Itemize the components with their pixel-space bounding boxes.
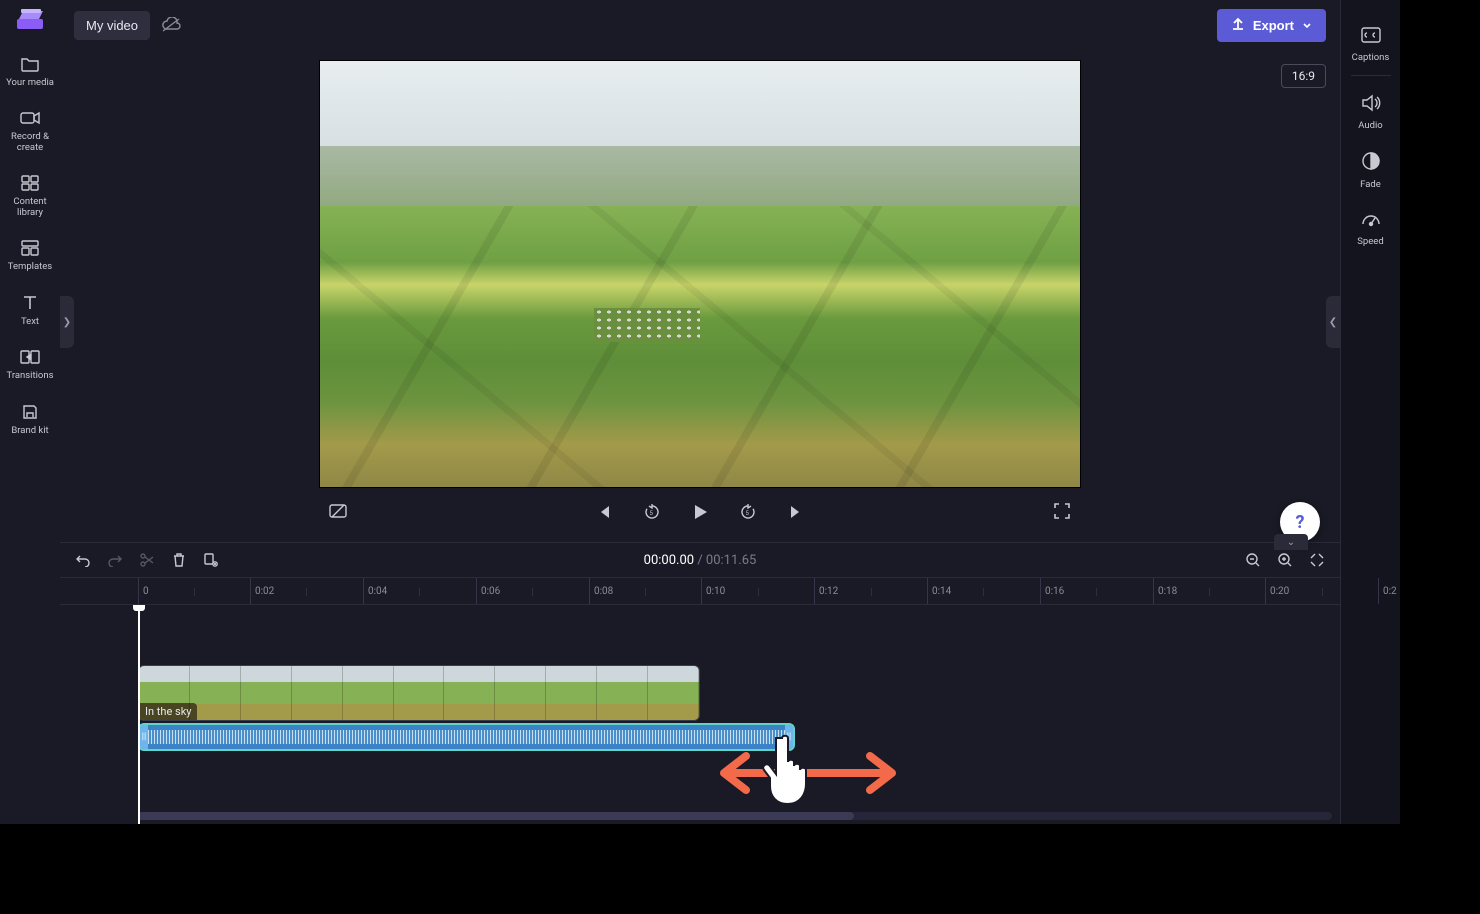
video-clip-label: In the sky xyxy=(139,703,197,720)
ruler-tick: 0 xyxy=(138,578,149,604)
timeline-ruler[interactable]: 0 0:02 0:04 0:06 0:08 0:10 0:12 0:14 0:1… xyxy=(60,577,1340,605)
left-sidebar: Your media Record & create Content libra… xyxy=(0,0,60,824)
timeline-time-display: 00:00.00 / 00:11.65 xyxy=(644,553,757,568)
sidebar-item-library[interactable]: Content library xyxy=(2,165,58,230)
sidebar-item-label: Captions xyxy=(1352,52,1390,63)
undo-icon[interactable] xyxy=(74,551,92,569)
timeline-tracks[interactable]: In the sky || || xyxy=(60,605,1340,824)
sidebar-item-audio[interactable]: Audio xyxy=(1343,84,1399,141)
sidebar-item-label: Templates xyxy=(8,262,52,272)
timeline-panel: 00:00.00 / 00:11.65 0 0:02 0:04 0:06 0 xyxy=(60,542,1340,824)
audio-clip[interactable]: || || xyxy=(138,723,795,751)
play-icon[interactable] xyxy=(689,501,711,523)
library-icon xyxy=(20,173,40,193)
redo-icon xyxy=(106,551,124,569)
video-preview-canvas[interactable] xyxy=(319,60,1081,488)
main-editor: My video Export 16:9 ❯ ❮ 5 xyxy=(60,0,1340,824)
speedometer-icon xyxy=(1361,210,1381,232)
zoom-fit-icon[interactable] xyxy=(1308,551,1326,569)
timeline-scrollbar[interactable] xyxy=(138,812,1332,820)
timeline-toolbar: 00:00.00 / 00:11.65 xyxy=(60,543,1340,577)
brand-icon xyxy=(20,402,40,422)
timeline-scrollbar-thumb[interactable] xyxy=(138,812,854,820)
sidebar-item-fade[interactable]: Fade xyxy=(1343,141,1399,200)
ruler-tick: 0:06 xyxy=(476,578,500,604)
sidebar-item-label: Content library xyxy=(2,197,58,218)
sidebar-item-label: Transitions xyxy=(7,371,54,381)
video-clip[interactable]: In the sky xyxy=(138,665,700,721)
fade-icon xyxy=(1361,151,1381,175)
sidebar-item-templates[interactable]: Templates xyxy=(2,230,58,284)
expand-right-panel-handle[interactable]: ❮ xyxy=(1326,296,1340,348)
tutorial-resize-arrow-icon xyxy=(708,748,908,802)
svg-text:5: 5 xyxy=(650,510,654,517)
ruler-tick: 0:16 xyxy=(1040,578,1064,604)
app-logo[interactable] xyxy=(13,6,47,32)
ruler-tick: 0:20 xyxy=(1265,578,1289,604)
sidebar-item-transitions[interactable]: Transitions xyxy=(2,339,58,393)
project-title-button[interactable]: My video xyxy=(74,11,150,40)
export-button[interactable]: Export xyxy=(1217,9,1326,42)
ruler-tick: 0:08 xyxy=(589,578,613,604)
chevron-down-icon xyxy=(1302,18,1312,33)
sidebar-item-record[interactable]: Record & create xyxy=(2,100,58,165)
rewind-5s-icon[interactable]: 5 xyxy=(641,501,663,523)
sidebar-item-label: Audio xyxy=(1358,120,1382,131)
top-bar: My video Export xyxy=(60,0,1340,50)
skip-end-icon[interactable] xyxy=(785,501,807,523)
export-label: Export xyxy=(1253,18,1294,33)
trash-icon[interactable] xyxy=(170,551,188,569)
ruler-tick: 0:12 xyxy=(814,578,838,604)
svg-text:5: 5 xyxy=(746,510,750,517)
sidebar-item-label: Your media xyxy=(6,78,54,88)
cloud-sync-off-icon[interactable] xyxy=(160,14,182,36)
transport-controls: 5 5 xyxy=(319,492,1081,532)
sidebar-item-label: Fade xyxy=(1360,179,1381,190)
sidebar-item-media[interactable]: Your media xyxy=(2,46,58,100)
audio-clip-left-handle[interactable]: || xyxy=(140,725,148,749)
ruler-tick: 0:18 xyxy=(1153,578,1177,604)
split-copy-icon[interactable] xyxy=(202,551,220,569)
safe-zone-toggle-icon[interactable] xyxy=(327,500,349,522)
preview-area: 16:9 ❯ ❮ 5 5 ? ⌄ xyxy=(60,50,1340,542)
zoom-in-icon[interactable] xyxy=(1276,551,1294,569)
sidebar-item-brand[interactable]: Brand kit xyxy=(2,394,58,448)
ruler-tick: 0:02 xyxy=(250,578,274,604)
right-sidebar: Captions Audio Fade Speed xyxy=(1340,0,1400,824)
audio-waveform xyxy=(148,725,785,749)
speaker-icon xyxy=(1361,94,1381,116)
aspect-ratio-button[interactable]: 16:9 xyxy=(1281,64,1326,88)
zoom-out-icon[interactable] xyxy=(1244,551,1262,569)
captions-icon xyxy=(1360,26,1382,48)
sidebar-item-captions[interactable]: Captions xyxy=(1343,16,1399,73)
expand-left-panel-handle[interactable]: ❯ xyxy=(60,296,74,348)
scissors-icon xyxy=(138,551,156,569)
camera-icon xyxy=(20,108,40,128)
current-time: 00:00.00 xyxy=(644,553,694,568)
sidebar-item-label: Text xyxy=(21,317,39,327)
ruler-tick: 0:10 xyxy=(701,578,725,604)
skip-start-icon[interactable] xyxy=(593,501,615,523)
forward-5s-icon[interactable]: 5 xyxy=(737,501,759,523)
folder-icon xyxy=(20,54,40,74)
sidebar-item-label: Speed xyxy=(1357,236,1383,247)
transitions-icon xyxy=(20,347,40,367)
upload-icon xyxy=(1231,17,1245,34)
fullscreen-icon[interactable] xyxy=(1051,500,1073,522)
sidebar-item-text[interactable]: Text xyxy=(2,285,58,339)
audio-clip-right-handle[interactable]: || xyxy=(785,725,793,749)
sidebar-item-label: Record & create xyxy=(2,132,58,153)
question-icon: ? xyxy=(1296,512,1305,533)
ruler-tick: 0:04 xyxy=(363,578,387,604)
playhead[interactable] xyxy=(138,605,140,824)
text-icon xyxy=(20,293,40,313)
duration-time: 00:11.65 xyxy=(706,553,756,568)
ruler-tick: 0:2 xyxy=(1378,578,1397,604)
templates-icon xyxy=(20,238,40,258)
ruler-tick: 0:14 xyxy=(927,578,951,604)
sidebar-item-speed[interactable]: Speed xyxy=(1343,200,1399,257)
sidebar-item-label: Brand kit xyxy=(11,426,48,436)
